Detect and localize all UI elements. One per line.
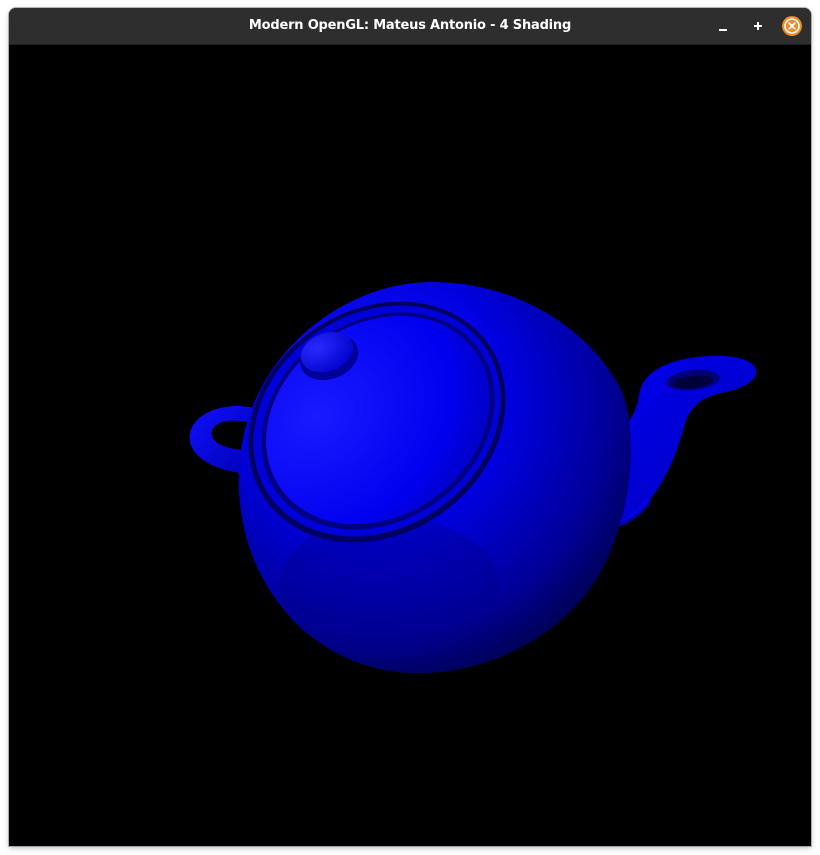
- minimize-icon: [719, 29, 727, 31]
- maximize-icon: [754, 22, 762, 30]
- maximize-button[interactable]: [748, 16, 768, 36]
- close-button[interactable]: [782, 16, 802, 36]
- close-icon: [784, 18, 800, 34]
- minimize-button[interactable]: [713, 16, 733, 36]
- title-bar[interactable]: Modern OpenGL: Mateus Antonio - 4 Shadin…: [9, 8, 811, 45]
- window-title: Modern OpenGL: Mateus Antonio - 4 Shadin…: [248, 18, 572, 33]
- teapot-render: [189, 281, 757, 674]
- opengl-viewport[interactable]: [9, 45, 811, 846]
- app-window: Modern OpenGL: Mateus Antonio - 4 Shadin…: [9, 8, 811, 846]
